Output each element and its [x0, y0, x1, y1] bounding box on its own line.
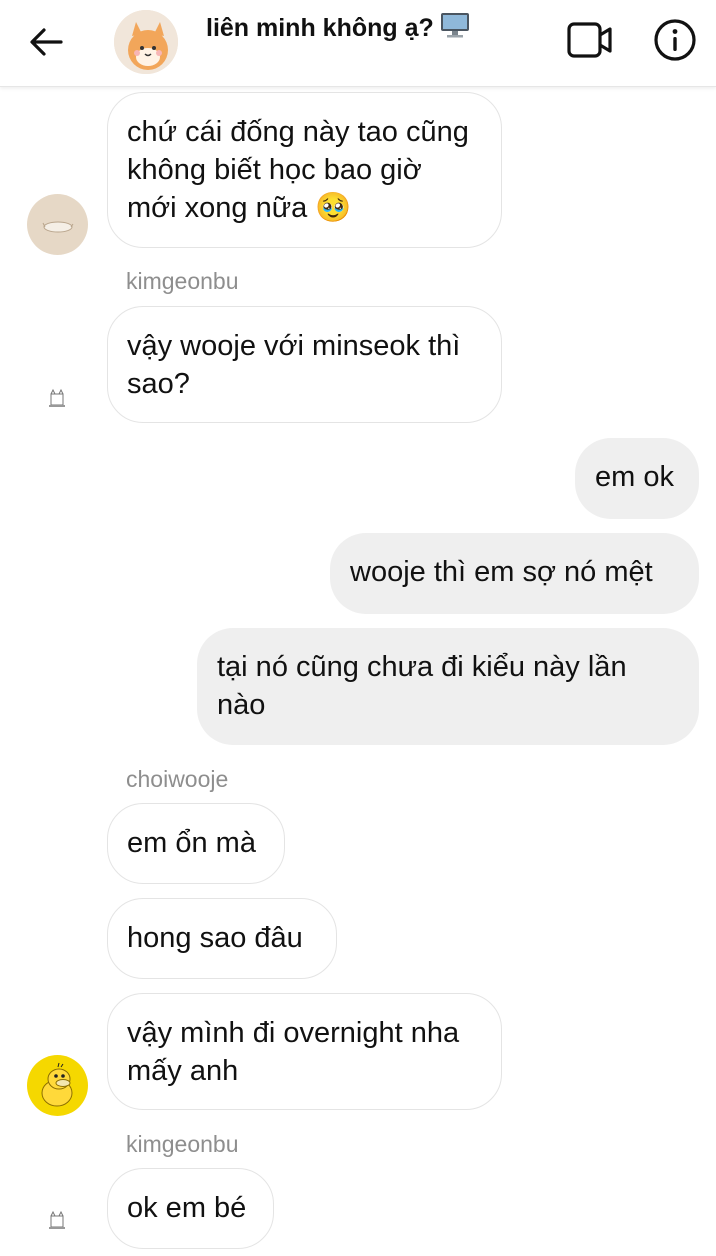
- message-bubble-incoming[interactable]: chứ cái đống này tao cũng không biết học…: [107, 92, 502, 248]
- sender-avatar[interactable]: [27, 194, 88, 255]
- video-call-icon: [567, 22, 612, 58]
- message-text: chứ cái đống này tao cũng không biết học…: [127, 116, 469, 224]
- sender-avatar[interactable]: [27, 1055, 88, 1116]
- message-text: em ổn mà: [127, 827, 256, 859]
- message-text: em ok: [595, 461, 674, 493]
- desktop-computer-icon: [440, 12, 470, 45]
- message-bubble-outgoing[interactable]: wooje thì em sợ nó mệt: [330, 533, 699, 614]
- group-avatar[interactable]: [114, 10, 178, 74]
- video-call-button[interactable]: [566, 20, 614, 60]
- read-receipt-avatar: [46, 1210, 68, 1232]
- message-bubble-outgoing[interactable]: tại nó cũng chưa đi kiểu này lần nào: [197, 628, 699, 745]
- message-bubble-incoming[interactable]: hong sao đâu: [107, 898, 337, 979]
- message-text: tại nó cũng chưa đi kiểu này lần nào: [217, 651, 627, 721]
- message-text: ok em bé: [127, 1192, 247, 1224]
- sleeping-cat-avatar-image: [42, 221, 74, 233]
- chat-title[interactable]: liên minh không ạ?: [206, 12, 470, 45]
- info-button[interactable]: [653, 18, 697, 62]
- back-button[interactable]: [26, 22, 66, 62]
- message-text: hong sao đâu: [127, 922, 303, 954]
- message-text: vậy mình đi overnight nha mấy anh: [127, 1017, 460, 1087]
- message-text: wooje thì em sợ nó mệt: [350, 556, 653, 588]
- duck-avatar-image: [41, 1062, 73, 1107]
- info-icon: [654, 19, 696, 61]
- sender-username: choiwooje: [126, 766, 229, 792]
- message-bubble-outgoing[interactable]: em ok: [575, 438, 699, 519]
- message-bubble-incoming[interactable]: ok em bé: [107, 1168, 274, 1249]
- chat-header: liên minh không ạ?: [0, 0, 716, 87]
- message-bubble-incoming[interactable]: vậy mình đi overnight nha mấy anh: [107, 993, 502, 1110]
- message-bubble-incoming[interactable]: em ổn mà: [107, 803, 285, 884]
- back-arrow-icon: [30, 28, 63, 56]
- read-receipt-avatar: [46, 388, 68, 410]
- sender-username: kimgeonbu: [126, 1131, 239, 1157]
- chat-title-text: liên minh không ạ?: [206, 14, 434, 42]
- message-bubble-incoming[interactable]: vậy wooje với minseok thì sao?: [107, 306, 502, 423]
- message-text: vậy wooje với minseok thì sao?: [127, 330, 461, 400]
- sender-username: kimgeonbu: [126, 268, 239, 294]
- cat-avatar-image: [114, 10, 178, 74]
